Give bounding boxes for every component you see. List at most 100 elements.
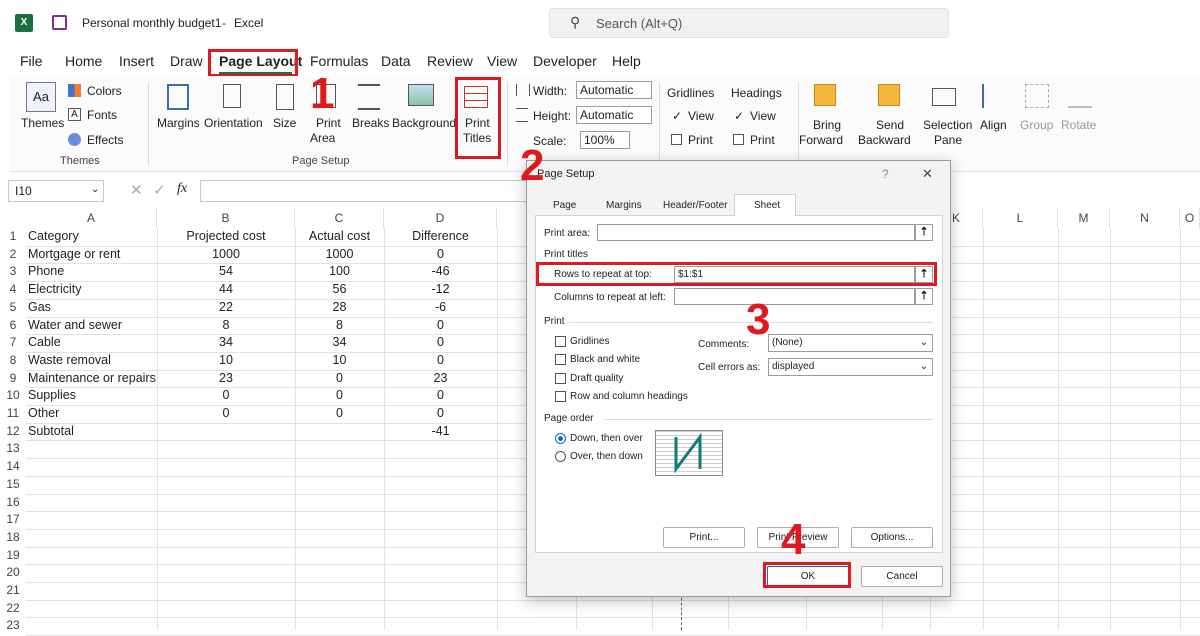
menu-home[interactable]: Home <box>65 53 102 69</box>
row-header-8[interactable]: 8 <box>0 352 26 370</box>
headings-print-checkbox[interactable] <box>733 134 744 145</box>
cell-C11[interactable]: 0 <box>295 405 384 423</box>
tab-sheet[interactable]: Sheet <box>734 194 796 217</box>
bring-forward-button[interactable]: Bring <box>813 118 841 132</box>
insert-function-icon[interactable]: fx <box>177 181 187 197</box>
effects-button[interactable]: Effects <box>87 133 123 147</box>
cell-C10[interactable]: 0 <box>295 387 384 405</box>
cell-D10[interactable]: 0 <box>384 387 497 405</box>
margins-button[interactable]: Margins <box>157 116 200 130</box>
cell-A7[interactable]: Cable <box>28 334 157 352</box>
cell-C8[interactable]: 10 <box>295 352 384 370</box>
cell-D1[interactable]: Difference <box>384 228 497 246</box>
name-box[interactable]: I10 ⌄ <box>8 180 104 202</box>
menu-data[interactable]: Data <box>381 53 411 69</box>
cell-A8[interactable]: Waste removal <box>28 352 157 370</box>
row-header-12[interactable]: 12 <box>0 423 26 441</box>
collapse-print-area-icon[interactable]: ⇡ <box>915 224 933 241</box>
row-header-6[interactable]: 6 <box>0 317 26 335</box>
cell-B5[interactable]: 22 <box>157 299 295 317</box>
cell-C6[interactable]: 8 <box>295 317 384 335</box>
row-header-19[interactable]: 19 <box>0 547 26 565</box>
cell-A6[interactable]: Water and sewer <box>28 317 157 335</box>
column-header-M[interactable]: M <box>1058 208 1110 228</box>
send-backward-button-line2[interactable]: Backward <box>858 133 911 147</box>
column-header-L[interactable]: L <box>983 208 1058 228</box>
row-header-14[interactable]: 14 <box>0 458 26 476</box>
row-header-11[interactable]: 11 <box>0 405 26 423</box>
row-header-15[interactable]: 15 <box>0 476 26 494</box>
cell-B2[interactable]: 1000 <box>157 246 295 264</box>
selection-pane-button-line2[interactable]: Pane <box>934 133 962 147</box>
close-icon[interactable]: ✕ <box>922 166 933 182</box>
align-button[interactable]: Align <box>980 118 1007 132</box>
rotate-button[interactable]: Rotate <box>1061 118 1096 132</box>
send-backward-button[interactable]: Send <box>876 118 904 132</box>
comments-select[interactable]: (None) ⌄ <box>768 334 933 352</box>
cell-D6[interactable]: 0 <box>384 317 497 335</box>
cell-B7[interactable]: 34 <box>157 334 295 352</box>
over-then-down-radio[interactable] <box>555 451 566 462</box>
column-header-N[interactable]: N <box>1110 208 1180 228</box>
search-box[interactable]: ⚲ Search (Alt+Q) <box>549 8 949 38</box>
menu-help[interactable]: Help <box>612 53 641 69</box>
menu-draw[interactable]: Draw <box>170 53 203 69</box>
height-select[interactable]: Automatic <box>576 106 652 124</box>
bring-forward-button-line2[interactable]: Forward <box>799 133 843 147</box>
cell-A10[interactable]: Supplies <box>28 387 157 405</box>
cell-B6[interactable]: 8 <box>157 317 295 335</box>
row-header-22[interactable]: 22 <box>0 600 26 618</box>
cell-C9[interactable]: 0 <box>295 370 384 388</box>
cell-D12[interactable]: -41 <box>384 423 497 441</box>
tab-header-footer[interactable]: Header/Footer <box>663 200 727 211</box>
menu-file[interactable]: File <box>20 53 43 69</box>
formula-input[interactable] <box>200 180 530 202</box>
cell-D4[interactable]: -12 <box>384 281 497 299</box>
cell-D11[interactable]: 0 <box>384 405 497 423</box>
print-area-button[interactable]: Print <box>316 116 341 130</box>
menu-review[interactable]: Review <box>427 53 473 69</box>
enter-check-icon[interactable]: ✓ <box>153 181 166 199</box>
print-area-input[interactable] <box>597 224 915 241</box>
row-header-10[interactable]: 10 <box>0 387 26 405</box>
row-header-2[interactable]: 2 <box>0 246 26 264</box>
row-header-21[interactable]: 21 <box>0 582 26 600</box>
collapse-cols-repeat-icon[interactable]: ⇡ <box>915 288 933 305</box>
cell-D3[interactable]: -46 <box>384 263 497 281</box>
gridlines-print-checkbox[interactable] <box>671 134 682 145</box>
cell-C7[interactable]: 34 <box>295 334 384 352</box>
cell-A4[interactable]: Electricity <box>28 281 157 299</box>
row-header-1[interactable]: 1 <box>0 228 26 246</box>
row-header-16[interactable]: 16 <box>0 494 26 512</box>
options-button[interactable]: Options... <box>851 527 933 548</box>
background-button[interactable]: Background <box>392 116 456 130</box>
row-header-23[interactable]: 23 <box>0 617 26 635</box>
cell-A2[interactable]: Mortgage or rent <box>28 246 157 264</box>
print-area-button-line2[interactable]: Area <box>310 131 335 145</box>
cell-A1[interactable]: Category <box>28 228 157 246</box>
print-button[interactable]: Print... <box>663 527 745 548</box>
themes-icon[interactable]: Aa <box>26 82 56 112</box>
down-then-over-radio[interactable] <box>555 433 566 444</box>
cell-D5[interactable]: -6 <box>384 299 497 317</box>
cell-B1[interactable]: Projected cost <box>157 228 295 246</box>
cell-C1[interactable]: Actual cost <box>295 228 384 246</box>
row-header-13[interactable]: 13 <box>0 440 26 458</box>
cell-B10[interactable]: 0 <box>157 387 295 405</box>
row-header-17[interactable]: 17 <box>0 511 26 529</box>
themes-button[interactable]: Themes <box>21 116 64 130</box>
cell-D9[interactable]: 23 <box>384 370 497 388</box>
draft-quality-checkbox[interactable] <box>555 373 566 384</box>
group-button[interactable]: Group <box>1020 118 1053 132</box>
fonts-button[interactable]: Fonts <box>87 108 117 122</box>
cell-C5[interactable]: 28 <box>295 299 384 317</box>
cell-C3[interactable]: 100 <box>295 263 384 281</box>
row-header-4[interactable]: 4 <box>0 281 26 299</box>
cols-repeat-input[interactable] <box>674 288 915 305</box>
menu-developer[interactable]: Developer <box>533 53 597 69</box>
cell-A9[interactable]: Maintenance or repairs <box>28 370 157 388</box>
row-header-18[interactable]: 18 <box>0 529 26 547</box>
colors-button[interactable]: Colors <box>87 84 122 98</box>
row-header-3[interactable]: 3 <box>0 263 26 281</box>
save-icon[interactable] <box>52 15 67 30</box>
